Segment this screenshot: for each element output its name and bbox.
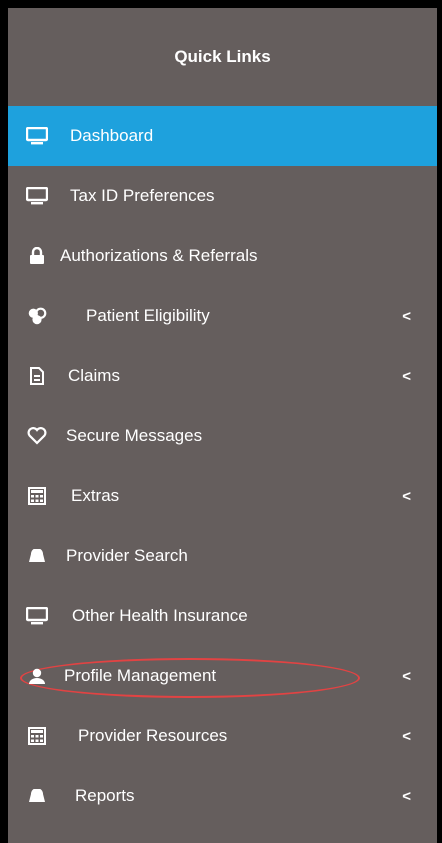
calculator-icon [26, 725, 48, 747]
nav-item-label: Authorizations & Referrals [60, 246, 258, 265]
quick-links-panel: Quick Links Dashboard Tax ID Preferences… [8, 8, 437, 843]
nav-item-extras[interactable]: Extras < [8, 466, 437, 526]
nav-item-dashboard[interactable]: Dashboard [8, 106, 437, 166]
monitor-icon [26, 185, 48, 207]
nav-item-secure-messages[interactable]: Secure Messages [8, 406, 437, 466]
heart-icon [26, 425, 48, 447]
group-icon [26, 305, 48, 327]
monitor-icon [26, 125, 48, 147]
nav-item-profile-management[interactable]: Profile Management < [8, 646, 437, 706]
nav-item-label: Provider Search [66, 546, 188, 565]
calculator-icon [26, 485, 48, 507]
nav-item-reports[interactable]: Reports < [8, 766, 437, 826]
cloud-icon [26, 785, 48, 807]
nav-item-provider-resources[interactable]: Provider Resources < [8, 706, 437, 766]
quick-links-title: Quick Links [174, 47, 271, 66]
lock-icon [26, 245, 48, 267]
nav-item-label: Claims [68, 366, 120, 385]
chevron-left-icon: < [402, 307, 411, 325]
chevron-left-icon: < [402, 667, 411, 685]
nav-item-label: Secure Messages [66, 426, 203, 445]
nav-item-label: Reports [75, 786, 135, 805]
chevron-left-icon: < [402, 367, 411, 385]
nav-item-claims[interactable]: Claims < [8, 346, 437, 406]
document-icon [26, 365, 48, 387]
nav-item-label: Patient Eligibility [86, 306, 210, 325]
monitor-icon [26, 605, 48, 627]
chevron-left-icon: < [402, 727, 411, 745]
nav-item-label: Tax ID Preferences [70, 186, 215, 205]
nav-item-label: Extras [71, 486, 120, 505]
nav-item-label: Profile Management [64, 666, 217, 685]
nav-item-label: Other Health Insurance [72, 606, 248, 625]
user-icon [26, 665, 48, 687]
nav-item-label: Dashboard [70, 126, 154, 145]
nav-item-provider-search[interactable]: Provider Search [8, 526, 437, 586]
chevron-left-icon: < [402, 787, 411, 805]
nav-item-label: Provider Resources [78, 726, 228, 745]
nav-item-patient-eligibility[interactable]: Patient Eligibility < [8, 286, 437, 346]
nav-item-authorizations-referrals[interactable]: Authorizations & Referrals [8, 226, 437, 286]
nav-item-tax-id-preferences[interactable]: Tax ID Preferences [8, 166, 437, 226]
cloud-icon [26, 545, 48, 567]
chevron-left-icon: < [402, 487, 411, 505]
nav-item-other-health-insurance[interactable]: Other Health Insurance [8, 586, 437, 646]
